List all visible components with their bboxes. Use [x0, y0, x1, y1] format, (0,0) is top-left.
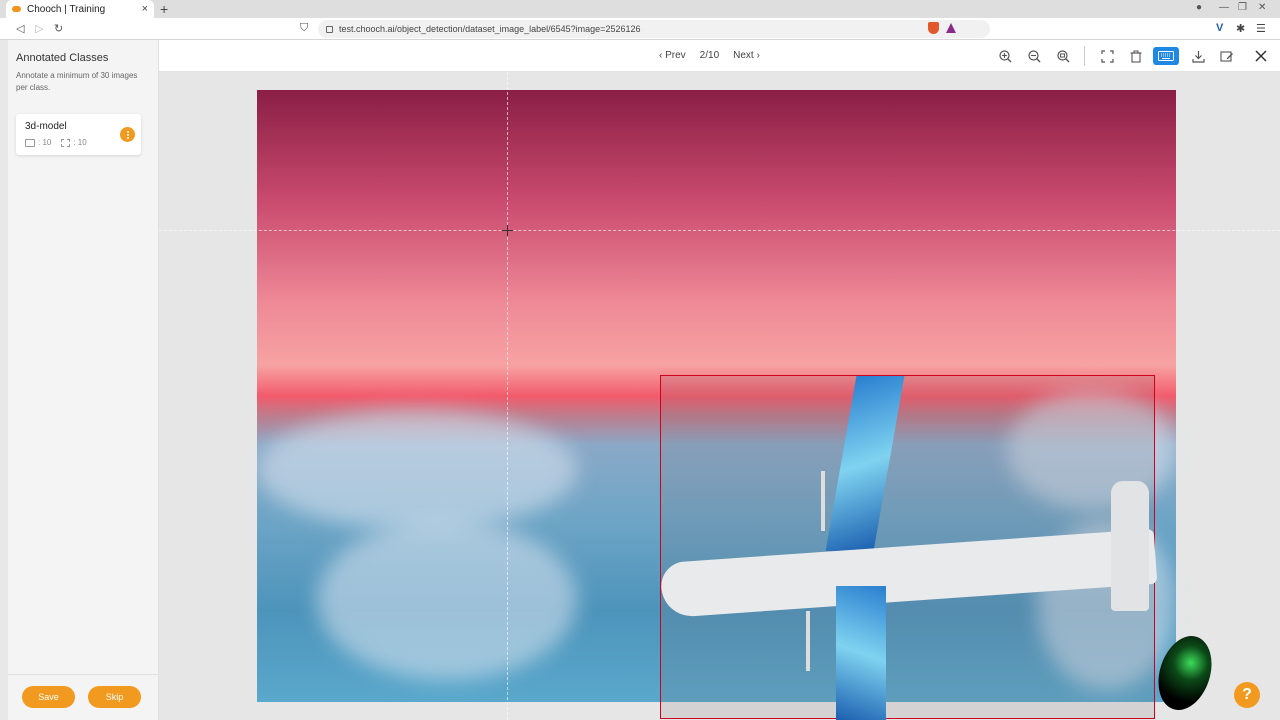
maximize-window-icon[interactable]: ❐	[1238, 2, 1247, 13]
bookmark-icon[interactable]: ⛉	[300, 22, 308, 35]
browser-record-icon[interactable]: ●	[1196, 2, 1202, 13]
airplane-wing-top	[825, 376, 905, 551]
delete-icon[interactable]	[1128, 48, 1144, 64]
sidebar-footer: Save Skip	[8, 674, 158, 720]
keyboard-shortcuts-icon[interactable]	[1153, 47, 1179, 65]
url-text: test.chooch.ai/object_detection/dataset_…	[339, 24, 641, 34]
image-count: : 10	[25, 138, 51, 147]
image-pager: ‹ Prev 2/10 Next ›	[659, 50, 760, 61]
chooch-favicon-icon	[12, 6, 21, 12]
url-field[interactable]: test.chooch.ai/object_detection/dataset_…	[318, 20, 990, 38]
fit-screen-icon[interactable]	[1099, 48, 1115, 64]
class-menu-icon[interactable]	[120, 127, 135, 142]
skip-button[interactable]: Skip	[88, 686, 141, 708]
zoom-reset-icon[interactable]	[1055, 48, 1071, 64]
sidebar-hint: Annotate a minimum of 30 images per clas…	[16, 71, 138, 92]
close-editor-icon[interactable]	[1253, 48, 1269, 64]
crosshair-cursor-icon	[502, 225, 513, 236]
page-indicator: 2/10	[699, 50, 720, 61]
tab-title: Chooch | Training	[27, 3, 106, 15]
download-icon[interactable]	[1190, 48, 1206, 64]
annotation-canvas[interactable]: ?	[159, 72, 1280, 720]
extension-v-icon[interactable]: V	[1216, 22, 1223, 34]
brave-rewards-icon[interactable]	[946, 23, 956, 33]
extensions-puzzle-icon[interactable]: ✱	[1236, 22, 1245, 35]
help-button[interactable]: ?	[1234, 682, 1260, 708]
crosshair-vertical	[507, 72, 508, 720]
prev-button[interactable]: ‹ Prev	[659, 50, 686, 61]
next-button[interactable]: Next ›	[733, 50, 760, 61]
class-card-3d-model[interactable]: 3d-model : 10 : 10	[16, 114, 141, 155]
new-tab-icon[interactable]: +	[160, 1, 172, 17]
brave-shield-icon[interactable]	[928, 22, 939, 34]
toolbar-separator	[1084, 46, 1085, 66]
forward-icon[interactable]: ▷	[35, 22, 43, 35]
box-count: : 10	[61, 138, 87, 147]
bounding-box[interactable]	[659, 375, 1158, 720]
annotation-toolbar: ‹ Prev 2/10 Next ›	[159, 40, 1280, 72]
class-name: 3d-model	[25, 121, 67, 132]
image-icon	[25, 138, 35, 147]
tab-close-icon[interactable]: ×	[142, 3, 148, 15]
sidebar-title: Annotated Classes	[16, 52, 109, 64]
save-button[interactable]: Save	[22, 686, 75, 708]
reload-icon[interactable]: ↻	[54, 22, 63, 35]
class-stats: : 10 : 10	[25, 138, 87, 147]
back-icon[interactable]: ◁	[16, 22, 24, 35]
bounding-box-icon	[61, 138, 71, 147]
browser-tab-bar: Chooch | Training × + ● — ❐ ✕	[0, 0, 1280, 18]
airplane-wing-bottom	[836, 586, 886, 720]
zoom-in-icon[interactable]	[997, 48, 1013, 64]
zoom-out-icon[interactable]	[1026, 48, 1042, 64]
browser-menu-icon[interactable]: ☰	[1256, 22, 1266, 35]
close-window-icon[interactable]: ✕	[1258, 2, 1266, 13]
airplane-tail	[1111, 481, 1149, 611]
annotation-image[interactable]	[257, 90, 1221, 720]
minimize-window-icon[interactable]: —	[1219, 2, 1229, 13]
crosshair-horizontal	[159, 230, 1280, 231]
browser-address-bar: ◁ ▷ ↻ ⛉ test.chooch.ai/object_detection/…	[0, 18, 1280, 40]
annotated-classes-sidebar: Annotated Classes Annotate a minimum of …	[8, 40, 159, 720]
edit-image-icon[interactable]	[1219, 48, 1235, 64]
airplane-fuselage	[659, 528, 1158, 619]
lock-icon	[326, 25, 333, 33]
browser-tab[interactable]: Chooch | Training ×	[6, 0, 154, 18]
